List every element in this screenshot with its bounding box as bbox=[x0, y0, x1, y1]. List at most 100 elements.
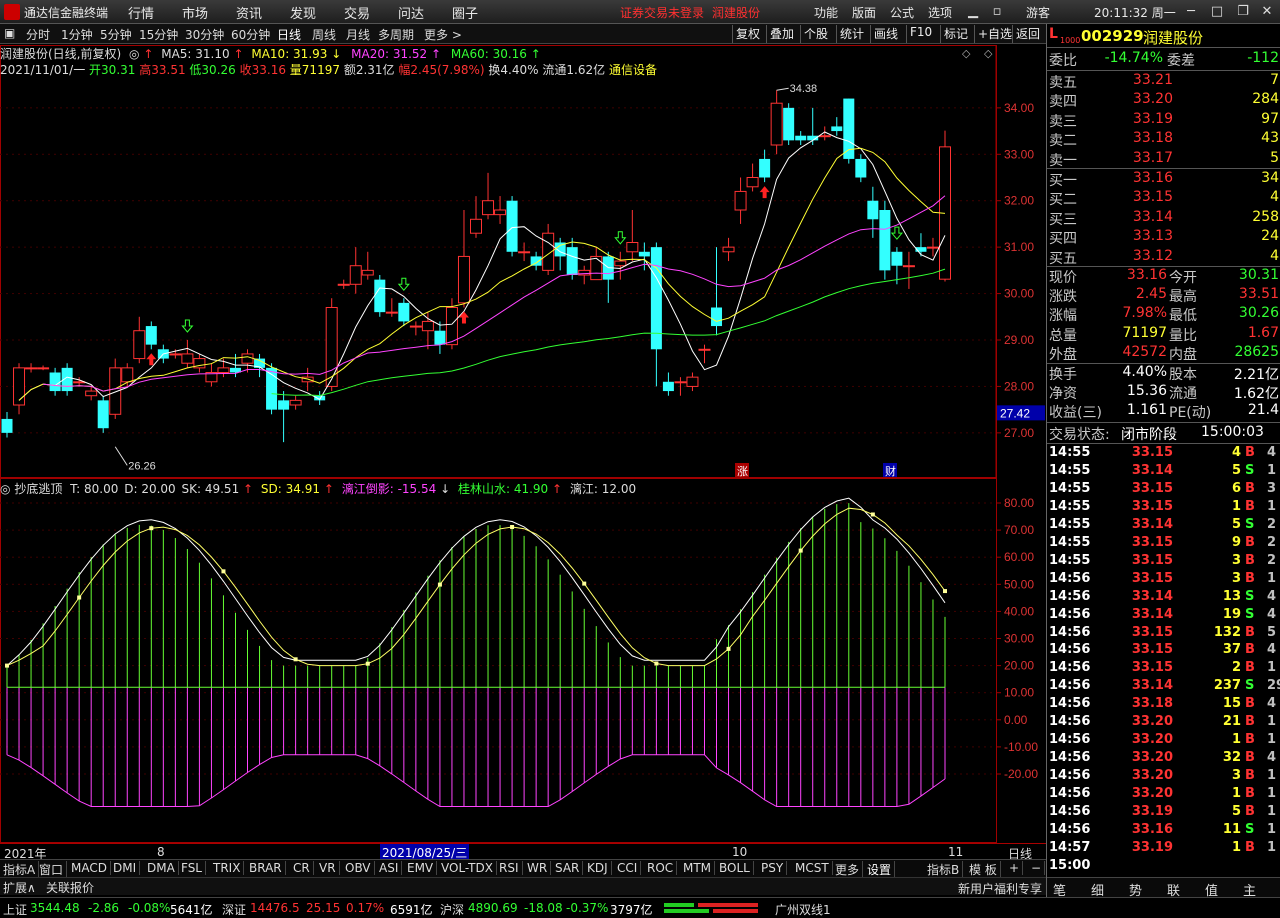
menu-market[interactable]: 市场 bbox=[182, 3, 208, 22]
login-warning[interactable]: 证券交易未登录 bbox=[620, 4, 704, 21]
maximize-icon[interactable]: □ bbox=[1206, 2, 1228, 22]
indicator-tab-16[interactable]: SAR bbox=[552, 861, 584, 875]
hs-index-label[interactable]: 沪深 bbox=[440, 901, 464, 918]
tick-time: 14:55 bbox=[1049, 445, 1091, 460]
indicator-tab-2[interactable]: MACD bbox=[68, 861, 111, 875]
sh-index-label[interactable]: 上证 bbox=[3, 901, 27, 918]
minimize-icon[interactable]: ─ bbox=[1180, 2, 1202, 22]
indicator-tab-11[interactable]: ASI bbox=[376, 861, 403, 875]
menu-discover[interactable]: 发现 bbox=[290, 3, 316, 22]
bar-sector[interactable]: 通信设备 bbox=[609, 63, 657, 77]
stats-button[interactable]: 统计 bbox=[836, 25, 867, 43]
period-tab-week[interactable]: 周线 bbox=[312, 26, 336, 43]
indicator-tab-10[interactable]: OBV bbox=[342, 861, 375, 875]
bid-row-2[interactable]: 买三 33.14 258 bbox=[1049, 209, 1279, 228]
indicator-tab-8[interactable]: CR bbox=[290, 861, 314, 875]
indicator-tab-22[interactable]: PSY bbox=[758, 861, 788, 875]
indicator-settings-icon[interactable]: ◎ bbox=[0, 482, 10, 496]
bid-row-1[interactable]: 买二 33.15 4 bbox=[1049, 189, 1279, 208]
period-tab-60min[interactable]: 60分钟 bbox=[231, 26, 270, 43]
period-tab-30min[interactable]: 30分钟 bbox=[185, 26, 224, 43]
menu-formula[interactable]: 公式 bbox=[890, 4, 914, 21]
indicator-tab-1[interactable]: 窗口 bbox=[36, 861, 68, 878]
period-tab-5min[interactable]: 5分钟 bbox=[100, 26, 132, 43]
restore-small-icon[interactable]: ▫ bbox=[986, 2, 1008, 22]
close-icon[interactable]: ✕ bbox=[1256, 2, 1278, 22]
indicator-tab-5[interactable]: FSL bbox=[178, 861, 206, 875]
ma-settings-icon[interactable]: ◎ bbox=[129, 47, 139, 61]
draw-button[interactable]: 画线 bbox=[870, 25, 901, 43]
indicator-tab-24[interactable]: 更多 bbox=[832, 861, 864, 878]
mark-button[interactable]: 标记 bbox=[940, 25, 971, 43]
bid-row-0[interactable]: 买一 33.16 34 bbox=[1049, 170, 1279, 189]
indicator-tab-14[interactable]: RSI bbox=[496, 861, 523, 875]
minimize-small-icon[interactable]: ▁ bbox=[962, 2, 984, 22]
overlay-button[interactable]: 叠加 bbox=[766, 25, 797, 43]
indicator-chart[interactable]: 80.00 70.00 60.00 50.00 40.00 30.00 20.00 10.00… bbox=[0, 478, 1046, 843]
stock-button[interactable]: 个股 bbox=[800, 25, 831, 43]
indicator-tab-18[interactable]: CCI bbox=[614, 861, 642, 875]
candle-body bbox=[686, 376, 699, 387]
chart-shrink-icon[interactable]: ◇ bbox=[962, 47, 970, 60]
restore-icon[interactable]: ❐ bbox=[1232, 2, 1254, 22]
menu-layout[interactable]: 版面 bbox=[852, 4, 876, 21]
indicator-tab-0[interactable]: 指标A bbox=[0, 861, 40, 878]
add-panel-button[interactable]: + bbox=[1006, 861, 1024, 875]
menu-quotes[interactable]: 行情 bbox=[128, 3, 154, 22]
indicator-tab-4[interactable]: DMA bbox=[144, 861, 179, 875]
expand-toggle[interactable]: 扩展∧ bbox=[3, 879, 36, 896]
indicator-tab-13[interactable]: VOL-TDX bbox=[438, 861, 497, 875]
indicator-tab-9[interactable]: VR bbox=[316, 861, 340, 875]
ask-row-4[interactable]: 卖一 33.17 5 bbox=[1049, 150, 1279, 169]
fuquan-button[interactable]: 复权 bbox=[732, 25, 763, 43]
period-tab-1min[interactable]: 1分钟 bbox=[61, 26, 93, 43]
bid-row-4[interactable]: 买五 33.12 4 bbox=[1049, 248, 1279, 267]
ask-row-1[interactable]: 卖四 33.20 284 bbox=[1049, 91, 1279, 110]
ask-row-3[interactable]: 卖二 33.18 43 bbox=[1049, 130, 1279, 149]
period-tab-fenshi[interactable]: 分时 bbox=[26, 26, 50, 43]
indicator-tab-7[interactable]: BRAR bbox=[246, 861, 286, 875]
menu-news[interactable]: 资讯 bbox=[236, 3, 262, 22]
tick-side: B bbox=[1245, 732, 1255, 748]
ask-row-2[interactable]: 卖三 33.19 97 bbox=[1049, 111, 1279, 130]
bid-row-3[interactable]: 买四 33.13 24 bbox=[1049, 228, 1279, 247]
menu-options[interactable]: 选项 bbox=[928, 4, 952, 21]
period-tab-15min[interactable]: 15分钟 bbox=[139, 26, 178, 43]
menu-trade[interactable]: 交易 bbox=[344, 3, 370, 22]
f10-button[interactable]: F10 bbox=[906, 25, 935, 43]
toolbar-collapse-icon[interactable]: ▣ bbox=[4, 26, 15, 40]
period-tab-more[interactable]: 更多 > bbox=[424, 26, 462, 43]
period-tab-day[interactable]: 日线 bbox=[277, 26, 301, 43]
indicator-tab-12[interactable]: EMV bbox=[404, 861, 438, 875]
menu-circle[interactable]: 圈子 bbox=[452, 3, 478, 22]
candlestick-chart[interactable]: 34.00 33.00 32.00 31.00 30.00 29.00 28.00 27.00… bbox=[0, 45, 1046, 478]
template-button[interactable]: 模 板 bbox=[966, 861, 1001, 878]
period-tab-multi[interactable]: 多周期 bbox=[378, 26, 414, 43]
related-quotes-tab[interactable]: 关联报价 bbox=[46, 879, 94, 896]
indicator-tab-15[interactable]: WR bbox=[524, 861, 552, 875]
ask-row-0[interactable]: 卖五 33.21 7 bbox=[1049, 72, 1279, 91]
indicator-tab-25[interactable]: 设置 bbox=[864, 861, 896, 878]
server-line[interactable]: 广州双线1 bbox=[775, 901, 831, 918]
promo-link[interactable]: 新用户福利专享 bbox=[958, 880, 1042, 897]
sz-index-label[interactable]: 深证 bbox=[222, 901, 246, 918]
indicator-tab-20[interactable]: MTM bbox=[680, 861, 716, 875]
remove-panel-button[interactable]: − bbox=[1028, 861, 1046, 875]
guest-label[interactable]: 游客 bbox=[1026, 4, 1050, 21]
indicator-tab-6[interactable]: TRIX bbox=[210, 861, 245, 875]
panel-level-badge[interactable]: L bbox=[1049, 26, 1058, 42]
menu-ask[interactable]: 问达 bbox=[398, 3, 424, 22]
back-button[interactable]: 返回 bbox=[1012, 25, 1043, 43]
indicator-tab-21[interactable]: BOLL bbox=[716, 861, 754, 875]
indicator-tab-19[interactable]: ROC bbox=[644, 861, 678, 875]
period-tab-month[interactable]: 月线 bbox=[346, 26, 370, 43]
tick-row: 14:56 33.14 237S 29 bbox=[1049, 678, 1280, 696]
indicator-tab-3[interactable]: DMI bbox=[110, 861, 141, 875]
indicator-tab-17[interactable]: KDJ bbox=[584, 861, 612, 875]
chart-expand-icon[interactable]: ◇ bbox=[984, 47, 992, 60]
indicator-name[interactable]: 抄底逃顶 bbox=[14, 482, 62, 496]
add-watchlist-button[interactable]: +自选 bbox=[974, 25, 1015, 43]
indicator-b-tab[interactable]: 指标B bbox=[924, 861, 964, 878]
indicator-tab-23[interactable]: MCST bbox=[792, 861, 833, 875]
menu-function[interactable]: 功能 bbox=[814, 4, 838, 21]
